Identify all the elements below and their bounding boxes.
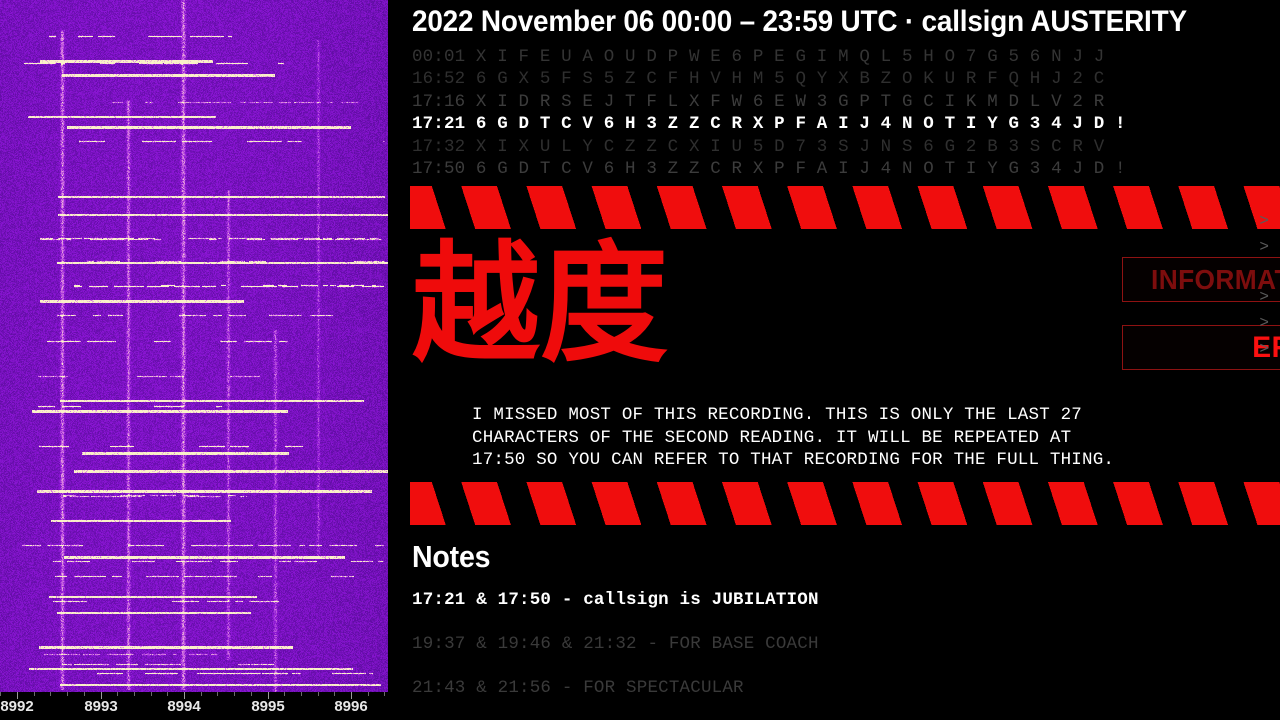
frequency-tick-label: 8995	[251, 698, 285, 715]
notes-list: 17:21 & 17:50 - callsign is JUBILATION 19…	[412, 578, 1272, 710]
axis-tick	[334, 692, 335, 696]
note-item[interactable]: 21:43 & 21:56 - FOR SPECTACULAR	[412, 666, 1272, 710]
axis-tick	[67, 692, 68, 696]
axis-tick	[284, 692, 285, 696]
axis-tick	[117, 692, 118, 696]
chevron-right-icon: >	[1259, 238, 1269, 256]
spectrogram-panel: 8992 8993 8994 8995 8996	[0, 0, 400, 720]
axis-tick	[167, 692, 168, 696]
axis-tick	[50, 692, 51, 696]
axis-tick	[134, 692, 135, 696]
frequency-tick-label: 8996	[334, 698, 368, 715]
axis-tick	[34, 692, 35, 696]
frequency-tick-label: 8993	[84, 698, 118, 715]
chevron-right-icon: >	[1259, 314, 1269, 332]
axis-tick	[234, 692, 235, 696]
chevron-right-icon: >	[1259, 212, 1269, 230]
operator-note-line: I MISSED MOST OF THIS RECORDING. THIS IS…	[472, 405, 1082, 425]
axis-tick	[318, 692, 319, 696]
log-line[interactable]: 17:50 6 G D T C V 6 H 3 Z Z C R X P F A …	[412, 158, 1268, 180]
kanji-alert-glyphs: 越度	[412, 229, 669, 381]
spectrogram-waterfall[interactable]	[0, 0, 388, 692]
operator-note-line: 17:50 SO YOU CAN REFER TO THAT RECORDING…	[472, 450, 1115, 470]
axis-tick	[84, 692, 85, 696]
axis-tick	[151, 692, 152, 696]
waterfall-monitor-window: 8992 8993 8994 8995 8996 2022 November 06 00…	[0, 0, 1280, 720]
note-item[interactable]: 17:21 & 17:50 - callsign is JUBILATION	[412, 578, 1272, 622]
transmission-log-list: 00:01 X I F E U A O U D P W E 6 P E G I …	[412, 46, 1268, 180]
log-line[interactable]: 00:01 X I F E U A O U D P W E 6 P E G I …	[412, 46, 1268, 68]
log-line[interactable]: 17:16 X I D R S E J T F L X F W 6 E W 3 …	[412, 91, 1268, 113]
axis-tick	[251, 692, 252, 696]
axis-tick	[201, 692, 202, 696]
axis-tick	[368, 692, 369, 696]
axis-tick	[217, 692, 218, 696]
operator-note-line: CHARACTERS OF THE SECOND READING. IT WIL…	[472, 427, 1072, 448]
frequency-axis: 8992 8993 8994 8995 8996	[0, 692, 388, 720]
operator-note-body: I MISSED MOST OF THIS RECORDING. THIS IS…	[472, 404, 1262, 472]
page-title: 2022 November 06 00:00 – 23:59 UTC · cal…	[412, 5, 1187, 38]
axis-tick	[301, 692, 302, 696]
frequency-tick-label: 8992	[0, 698, 34, 715]
axis-tick	[0, 692, 1, 696]
frequency-axis-labels: 8992 8993 8994 8995 8996	[0, 698, 388, 720]
info-panel: 2022 November 06 00:00 – 23:59 UTC · cal…	[400, 0, 1280, 720]
severity-banner: INFORMATION ALERT ERROR	[1122, 257, 1280, 302]
chevron-right-icon: >	[1259, 288, 1269, 306]
log-line[interactable]: 17:21 6 G D T C V 6 H 3 Z Z C R X P F A …	[412, 113, 1268, 135]
axis-tick	[384, 692, 385, 696]
notes-heading: Notes	[412, 539, 491, 574]
log-line[interactable]: 17:32 X I X U L Y C Z Z C X I U 5 D 7 3 …	[412, 136, 1268, 158]
chevron-right-icon: >	[1259, 340, 1269, 358]
spectrogram-canvas[interactable]	[0, 0, 388, 692]
error-message-banner: ERROR MESSAGE	[1122, 325, 1280, 370]
hazard-stripe-bottom	[410, 482, 1280, 525]
note-item[interactable]: 19:37 & 19:46 & 21:32 - FOR BASE COACH	[412, 622, 1272, 666]
frequency-tick-label: 8994	[167, 698, 201, 715]
hazard-stripe-top	[410, 186, 1280, 229]
log-line[interactable]: 16:52 6 G X 5 F S 5 Z C F H V H M 5 Q Y …	[412, 68, 1268, 90]
